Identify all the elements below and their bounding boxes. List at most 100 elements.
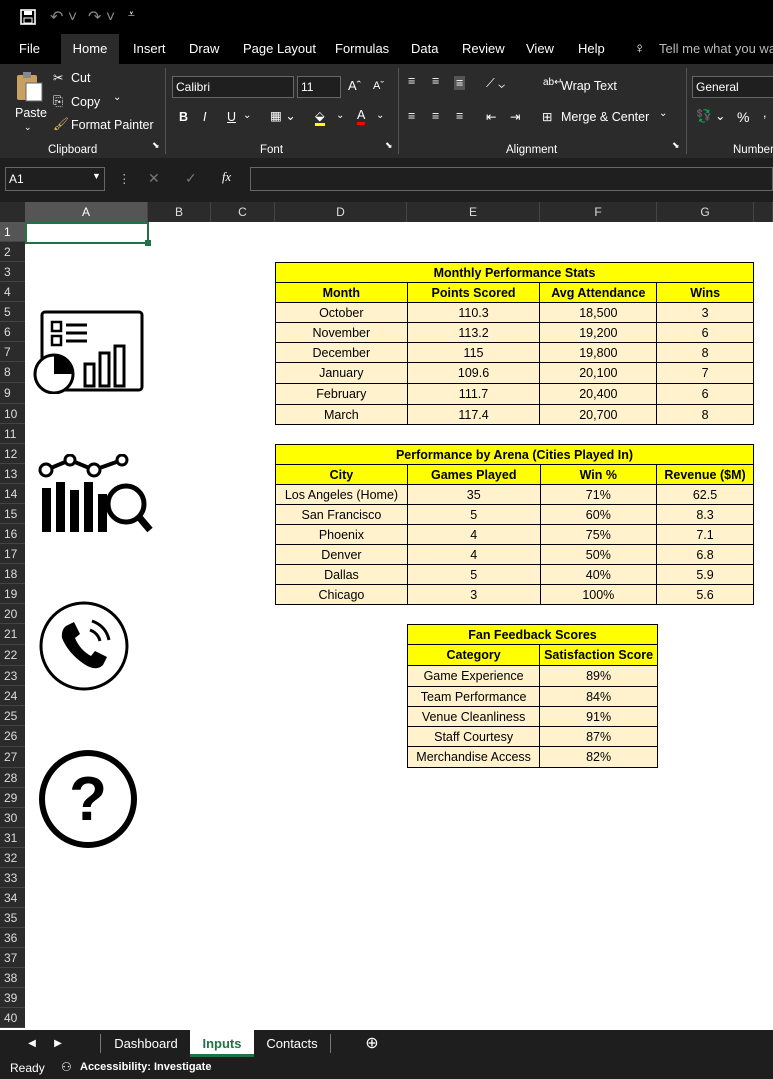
increase-indent-icon[interactable]: ⇥	[510, 109, 520, 124]
merge-dropdown-icon[interactable]: ⌄	[659, 108, 667, 119]
table-cell[interactable]: San Francisco	[275, 504, 408, 525]
redo-icon[interactable]: ↷ ˅	[88, 7, 115, 27]
sheet-tab-inputs[interactable]: Inputs	[190, 1030, 254, 1057]
fill-handle[interactable]	[145, 240, 151, 246]
number-format-select[interactable]: General	[692, 76, 773, 98]
underline-dropdown-icon[interactable]: ⌄	[243, 110, 251, 121]
fill-color-dropdown-icon[interactable]: ⌄	[336, 110, 344, 121]
scroll-right-icon[interactable]: ▶	[48, 1030, 68, 1057]
font-launcher-icon[interactable]: ⬊	[385, 140, 393, 151]
decrease-font-icon[interactable]: Aˇ	[373, 80, 384, 92]
row-header-20[interactable]: 20	[0, 604, 25, 624]
row-header-30[interactable]: 30	[0, 808, 25, 828]
table-cell[interactable]: 3	[406, 584, 541, 605]
column-header-cell[interactable]: Games Played	[406, 464, 541, 485]
column-header-cell[interactable]: Revenue ($M)	[656, 464, 754, 485]
table-cell[interactable]: 110.3	[406, 302, 541, 323]
worksheet-grid[interactable]: ABCDEFG 1 2 3 4 5 6 7 8 9 10 11 12 13 14 15 16 17 18 19 20 2…	[0, 202, 773, 1030]
table-cell[interactable]: 7.1	[656, 524, 754, 545]
table-cell[interactable]: 5.6	[656, 584, 754, 605]
tab-help[interactable]: Help	[578, 34, 605, 64]
table-cell[interactable]: 35	[406, 484, 541, 505]
row-header-6[interactable]: 6	[0, 322, 25, 342]
italic-button[interactable]: I	[203, 110, 206, 124]
column-header-f[interactable]: F	[540, 202, 657, 222]
column-header-cell[interactable]: Category	[406, 644, 541, 666]
column-header-cell[interactable]: Avg Attendance	[539, 282, 658, 303]
table-cell[interactable]: 19,200	[539, 322, 658, 343]
fill-color-icon[interactable]: ⬙	[315, 108, 325, 126]
tab-home[interactable]: Home	[61, 34, 119, 64]
column-header-a[interactable]: A	[25, 202, 148, 222]
table-cell[interactable]: 117.4	[406, 404, 541, 425]
more-options-icon[interactable]: ⋮	[118, 171, 131, 186]
column-header-g[interactable]: G	[657, 202, 754, 222]
row-header-15[interactable]: 15	[0, 504, 25, 524]
row-header-3[interactable]: 3	[0, 262, 25, 282]
undo-icon[interactable]: ↶ ˅	[50, 7, 77, 27]
row-header-29[interactable]: 29	[0, 788, 25, 808]
sheet-tab-contacts[interactable]: Contacts	[256, 1030, 328, 1057]
column-header-cell[interactable]: Points Scored	[406, 282, 541, 303]
table-cell[interactable]: Los Angeles (Home)	[275, 484, 408, 505]
table-cell[interactable]: 6.8	[656, 544, 754, 565]
tab-file[interactable]: File	[19, 34, 40, 64]
row-header-23[interactable]: 23	[0, 666, 25, 686]
customize-qat-icon[interactable]: ⩡	[128, 7, 135, 22]
table-cell[interactable]: 4	[406, 544, 541, 565]
table-cell[interactable]: October	[275, 302, 408, 323]
row-header-27[interactable]: 27	[0, 747, 25, 768]
table-cell[interactable]: 109.6	[406, 362, 541, 384]
row-header-13[interactable]: 13	[0, 464, 25, 484]
table-cell[interactable]: Chicago	[275, 584, 408, 605]
row-header-33[interactable]: 33	[0, 868, 25, 888]
table-cell[interactable]: 5	[406, 564, 541, 585]
scroll-left-icon[interactable]: ◀	[22, 1030, 42, 1057]
name-box[interactable]: A1	[5, 167, 105, 191]
align-middle-icon[interactable]: ≡	[432, 74, 439, 88]
merge-center-button[interactable]: Merge & Center	[561, 110, 649, 124]
table-cell[interactable]: 3	[656, 302, 754, 323]
accounting-format-icon[interactable]: 💱 ⌄	[696, 108, 726, 124]
cancel-icon[interactable]: ✕	[148, 170, 160, 187]
paste-dropdown-icon[interactable]: ⌄	[24, 122, 32, 133]
table-cell[interactable]: Staff Courtesy	[406, 726, 541, 747]
tab-draw[interactable]: Draw	[189, 34, 219, 64]
active-cell-a1[interactable]	[25, 222, 149, 244]
table-cell[interactable]: 60%	[539, 504, 658, 525]
row-header-39[interactable]: 39	[0, 988, 25, 1008]
font-size-select[interactable]: 11	[297, 76, 341, 98]
table-cell[interactable]: 8	[656, 342, 754, 363]
table-cell[interactable]: Denver	[275, 544, 408, 565]
formula-input[interactable]	[250, 167, 773, 191]
font-color-dropdown-icon[interactable]: ⌄	[376, 110, 384, 121]
tab-review[interactable]: Review	[462, 34, 505, 64]
row-header-5[interactable]: 5	[0, 302, 25, 322]
column-header-d[interactable]: D	[275, 202, 407, 222]
underline-button[interactable]: U	[227, 110, 236, 124]
align-bottom-icon[interactable]: ≡	[454, 76, 466, 90]
tell-me-search[interactable]: Tell me what you want	[659, 34, 773, 64]
row-header-40[interactable]: 40	[0, 1008, 25, 1028]
align-right-icon[interactable]: ≡	[456, 109, 463, 123]
table-cell[interactable]: 18,500	[539, 302, 658, 323]
percent-button[interactable]: %	[737, 109, 749, 125]
tab-insert[interactable]: Insert	[133, 34, 166, 64]
table-cell[interactable]: March	[275, 404, 408, 425]
copy-dropdown-icon[interactable]: ⌄	[113, 92, 121, 103]
insert-function-button[interactable]: fx	[222, 170, 231, 185]
table-cell[interactable]: 62.5	[656, 484, 754, 505]
row-header-24[interactable]: 24	[0, 686, 25, 706]
table-cell[interactable]: 7	[656, 362, 754, 384]
table-cell[interactable]: November	[275, 322, 408, 343]
table-cell[interactable]: 111.7	[406, 383, 541, 405]
column-header-e[interactable]: E	[407, 202, 540, 222]
table-cell[interactable]: 50%	[539, 544, 658, 565]
row-header-7[interactable]: 7	[0, 342, 25, 362]
paste-button[interactable]: Paste	[15, 106, 47, 120]
column-header-b[interactable]: B	[148, 202, 211, 222]
row-header-21[interactable]: 21	[0, 624, 25, 645]
table-cell[interactable]: 91%	[539, 706, 658, 727]
row-header-28[interactable]: 28	[0, 768, 25, 788]
table-cell[interactable]: February	[275, 383, 408, 405]
